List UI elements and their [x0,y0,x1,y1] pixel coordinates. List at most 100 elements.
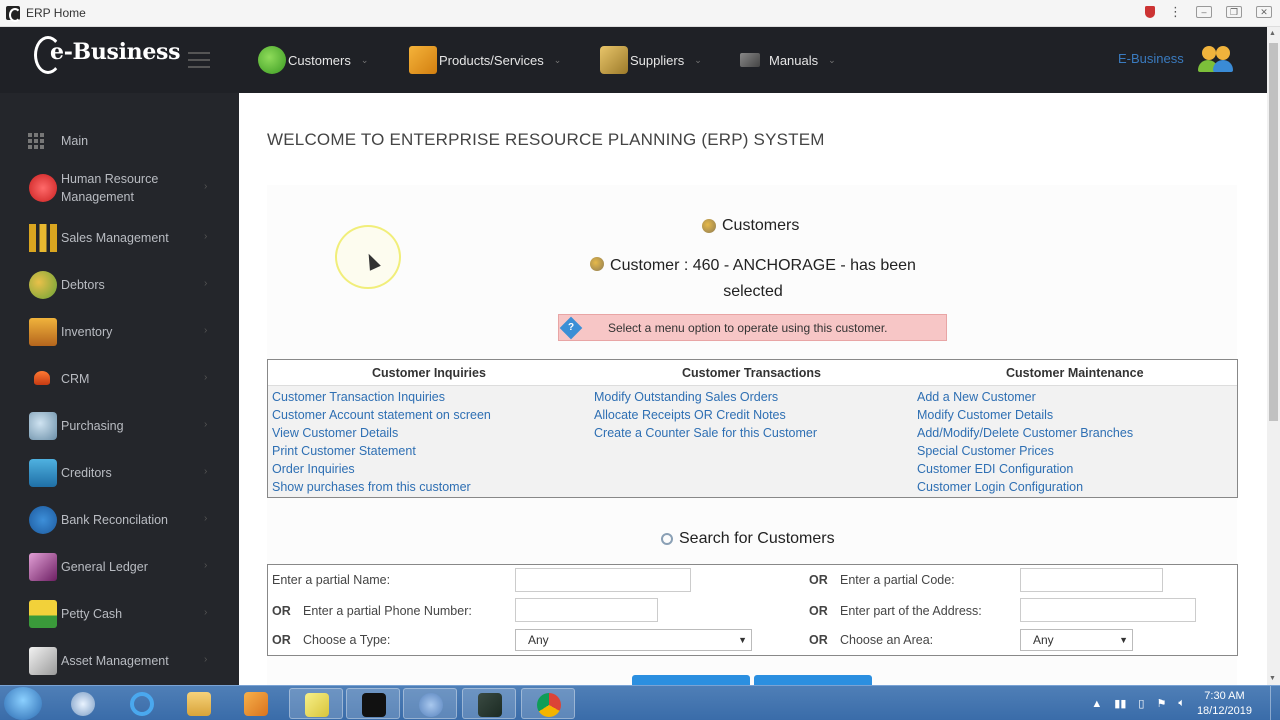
customer-icon [702,219,716,233]
link-add-new-customer[interactable]: Add a New Customer [917,389,1133,407]
nav-suppliers[interactable]: Suppliers ⌄ [600,44,702,76]
address-input[interactable] [1020,598,1196,622]
logo[interactable]: e-Business [34,36,181,74]
chrome-icon [537,693,561,717]
user-link[interactable]: E-Business [1118,51,1184,66]
taskbar: ▲ ▮▮ ▯ ⚑ 🔈︎ 7:30 AM 18/12/2019 [0,685,1280,720]
transactions-links: Modify Outstanding Sales Orders Allocate… [594,389,817,443]
link-modify-customer-details[interactable]: Modify Customer Details [917,407,1133,425]
type-label: Choose a Type: [303,633,391,647]
taskbar-app-8[interactable] [462,688,516,719]
battery-icon[interactable]: ▯ [1138,697,1144,710]
grid-icon [28,132,45,149]
or-label: OR [272,604,291,618]
link-login-configuration[interactable]: Customer Login Configuration [917,479,1133,497]
taskbar-outlook[interactable] [229,688,283,719]
taskbar-erp-app[interactable] [346,688,400,719]
area-select[interactable]: Any ▼ [1020,629,1133,651]
link-customer-branches[interactable]: Add/Modify/Delete Customer Branches [917,425,1133,443]
or-label: OR [809,604,828,618]
link-show-purchases[interactable]: Show purchases from this customer [272,479,491,497]
nav-products-services[interactable]: Products/Services ⌄ [409,44,561,76]
type-select[interactable]: Any ▼ [515,629,752,651]
folder-icon [187,692,211,716]
magnifier-app-icon [71,692,95,716]
signal-icon[interactable]: ▮▮ [1114,697,1126,710]
dropdown-arrow-icon: ▼ [1119,635,1128,645]
security-icon[interactable] [1145,6,1155,18]
inquiries-links: Customer Transaction Inquiries Customer … [272,389,491,496]
page-title: WELCOME TO ENTERPRISE RESOURCE PLANNING … [267,130,825,149]
more-options-icon[interactable]: ⋮ [1169,4,1182,20]
close-button[interactable]: ✕ [1256,6,1272,18]
scroll-up-icon[interactable]: ▲ [1269,30,1276,37]
clock[interactable]: 7:30 AM 18/12/2019 [1197,689,1252,719]
users-icon[interactable] [1198,46,1234,72]
search-heading: Search for Customers [661,530,835,548]
reset-button[interactable] [754,675,872,685]
scroll-down-icon[interactable]: ▼ [1269,675,1276,682]
window-titlebar: ERP Home ⋮ – ❐ ✕ [0,0,1280,27]
minimize-button[interactable]: – [1196,6,1212,18]
area-label: Choose an Area: [840,633,934,647]
partial-phone-input[interactable] [515,598,658,622]
link-edi-configuration[interactable]: Customer EDI Configuration [917,461,1133,479]
taskbar-explorer[interactable] [172,688,226,719]
petty-cash-icon [29,600,57,628]
info-icon: ? [559,316,583,340]
vertical-scrollbar[interactable]: ▲ ▼ [1267,27,1280,685]
search-form: Enter a partial Name: OR Enter a partial… [267,564,1238,656]
link-order-inquiries[interactable]: Order Inquiries [272,461,491,479]
link-allocate-receipts[interactable]: Allocate Receipts OR Credit Notes [594,407,817,425]
partial-phone-label: Enter a partial Phone Number: [303,604,472,618]
nav-manuals[interactable]: Manuals ⌄ [740,44,836,76]
partial-code-input[interactable] [1020,568,1163,592]
tray-expand-icon[interactable]: ▲ [1091,698,1102,710]
taskbar-app-7[interactable] [403,688,457,719]
search-icon [661,533,673,545]
customers-heading: Customers [702,217,799,235]
manuals-icon [740,53,760,67]
show-desktop-button[interactable] [1270,686,1280,720]
menu-toggle-icon[interactable] [188,52,210,73]
dropdown-arrow-icon: ▼ [738,635,747,645]
window-title: ERP Home [26,6,86,20]
sidebar: Main Human Resource Management › Sales M… [0,93,239,685]
customers-icon [258,46,286,74]
link-modify-sales-orders[interactable]: Modify Outstanding Sales Orders [594,389,817,407]
link-create-counter-sale[interactable]: Create a Counter Sale for this Customer [594,425,817,443]
partial-name-label: Enter a partial Name: [272,573,391,587]
volume-icon[interactable]: 🔈︎ [1178,697,1185,710]
nav-customers[interactable]: Customers ⌄ [258,44,368,76]
or-label: OR [272,633,291,647]
restore-button[interactable]: ❐ [1226,6,1242,18]
inventory-icon [29,318,57,346]
debtors-icon [29,271,57,299]
link-special-prices[interactable]: Special Customer Prices [917,443,1133,461]
taskbar-sticky-notes[interactable] [289,688,343,719]
partial-name-input[interactable] [515,568,691,592]
customer-icon [590,257,605,271]
or-label: OR [809,633,828,647]
sales-chart-icon [29,224,57,252]
asset-icon [29,647,57,675]
or-label: OR [809,573,828,587]
scales-icon [29,506,57,534]
search-button[interactable] [632,675,750,685]
flag-icon[interactable]: ⚑ [1156,697,1166,710]
crm-icon [34,371,50,385]
link-account-statement-on-screen[interactable]: Customer Account statement on screen [272,407,491,425]
box-icon [409,46,437,74]
link-view-customer-details[interactable]: View Customer Details [272,425,491,443]
hr-icon [29,174,57,202]
start-button[interactable] [4,687,42,720]
scrollbar-thumb[interactable] [1269,43,1278,421]
app-icon [6,6,21,22]
link-print-customer-statement[interactable]: Print Customer Statement [272,443,491,461]
col-header-transactions: Customer Transactions [682,366,821,380]
taskbar-app-1[interactable] [56,688,110,719]
taskbar-ie[interactable] [115,688,169,719]
taskbar-chrome[interactable] [521,688,575,719]
link-customer-transaction-inquiries[interactable]: Customer Transaction Inquiries [272,389,491,407]
menu-table-header: Customer Inquiries Customer Transactions… [268,360,1237,386]
